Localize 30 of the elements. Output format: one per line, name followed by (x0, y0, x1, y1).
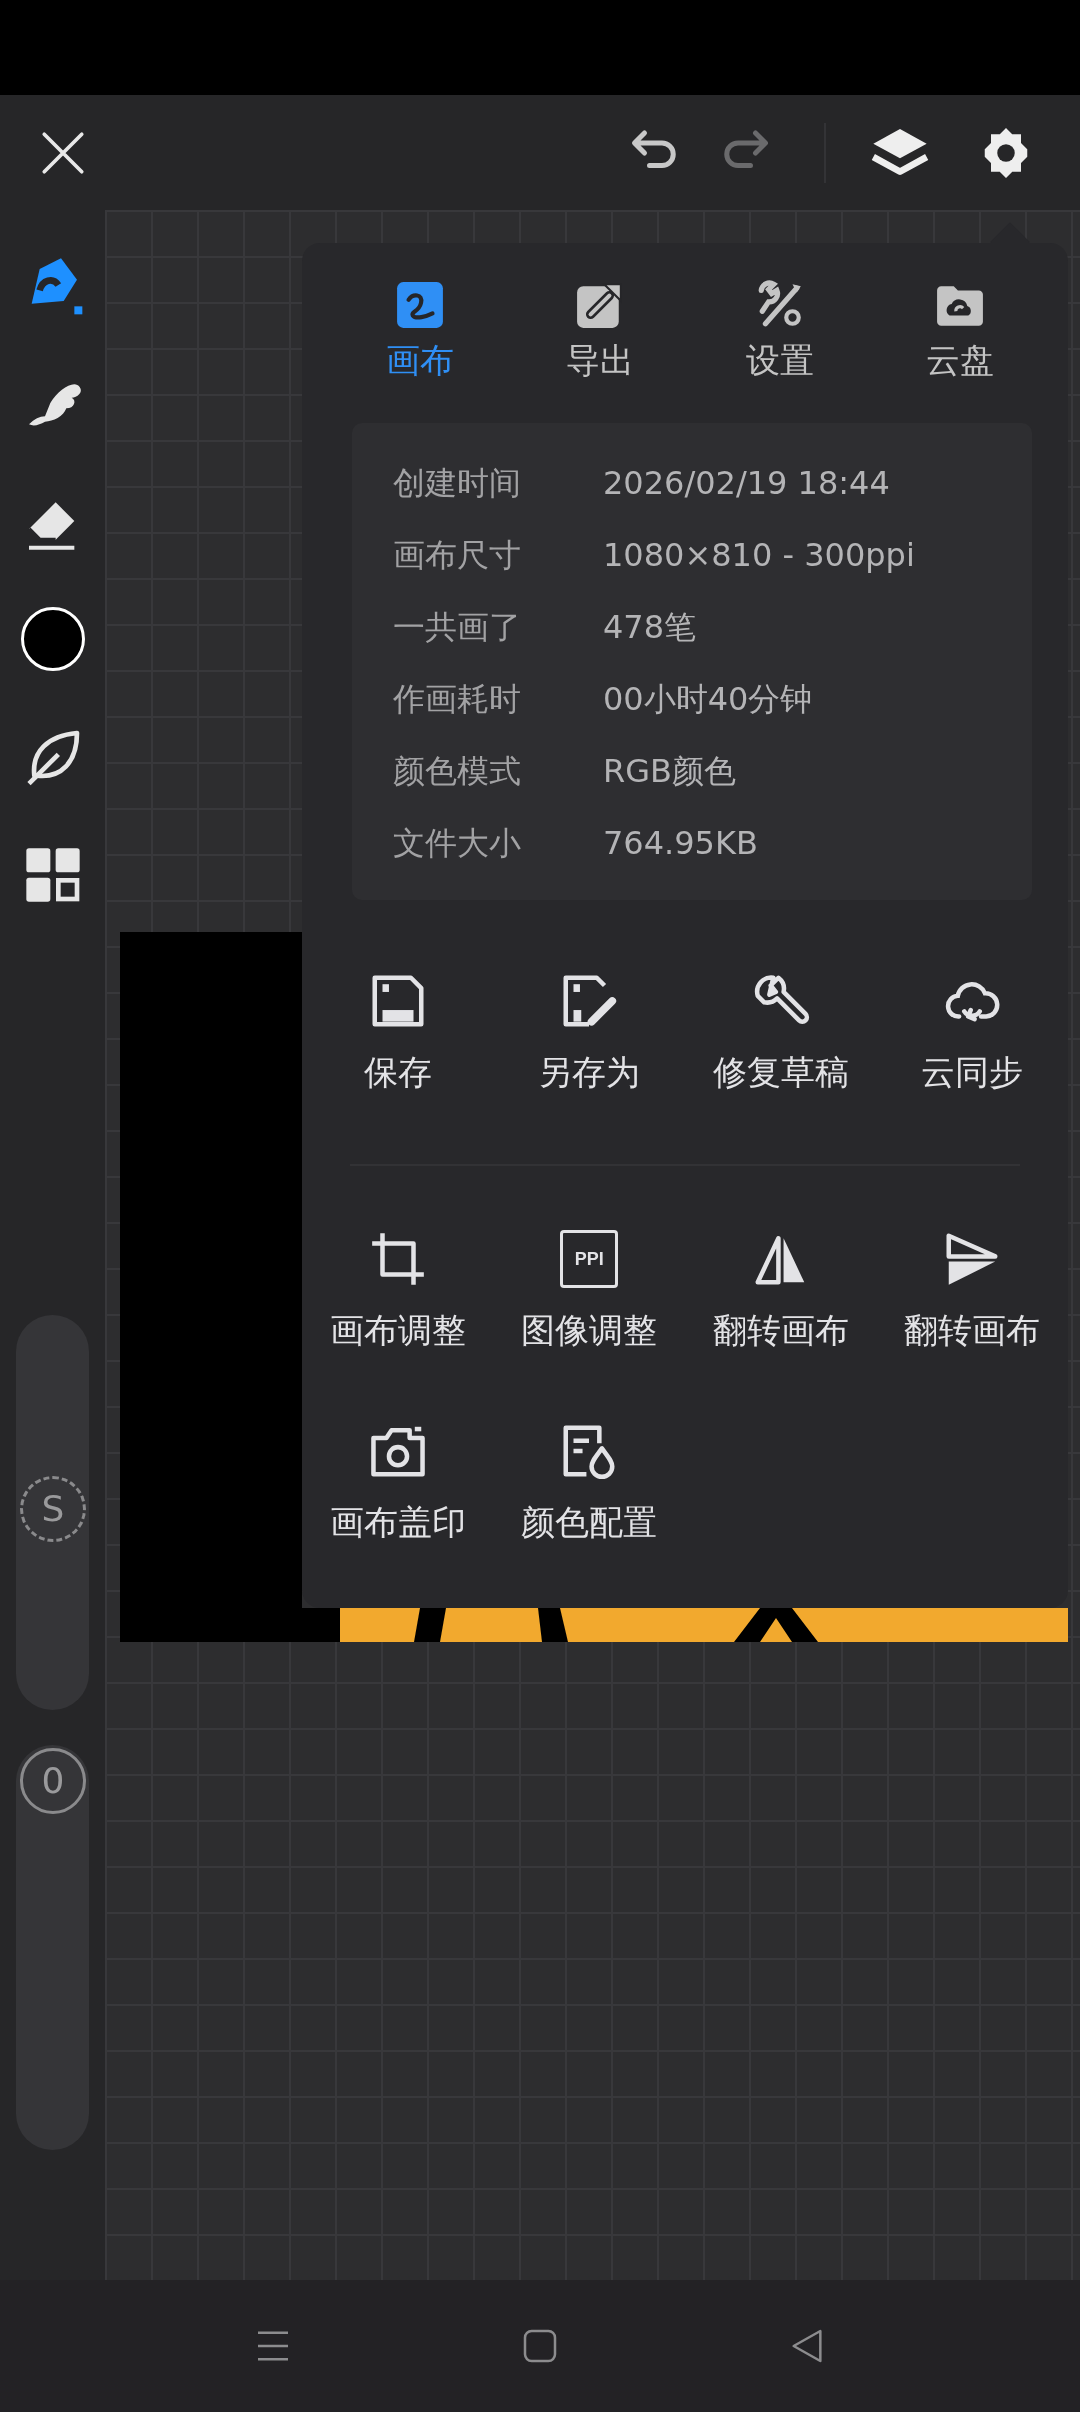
info-label: 颜色模式 (393, 751, 522, 792)
info-value: 764.95KB (603, 823, 758, 864)
info-value: 00小时40分钟 (603, 679, 813, 720)
menu-action[interactable]: 云同步 (876, 970, 1068, 1092)
menu-action[interactable]: 颜色配置 (493, 1420, 685, 1542)
info-value: RGB颜色 (603, 751, 736, 792)
menu-action[interactable]: 画布调整 (302, 1228, 494, 1350)
menu-action[interactable]: 另存为 (493, 970, 685, 1092)
info-label: 画布尺寸 (393, 535, 522, 576)
menu-action[interactable]: 修复草稿 (685, 970, 877, 1092)
menu-action[interactable]: 画布盖印 (302, 1420, 494, 1542)
menu-action[interactable]: 保存 (302, 970, 494, 1092)
vertical-slider[interactable]: S (16, 1315, 89, 1710)
info-label: 文件大小 (393, 823, 522, 864)
menu-action[interactable]: 翻转画布 (685, 1228, 877, 1350)
menu-action[interactable]: 翻转画布 (876, 1228, 1068, 1350)
ppi-icon[interactable]: PPI (560, 1230, 619, 1288)
menu-tab[interactable]: 画布 (330, 280, 510, 380)
info-value: 478笔 (603, 607, 697, 648)
menu-tab[interactable]: 云盘 (870, 280, 1050, 380)
menu-tab[interactable]: 设置 (690, 280, 870, 380)
info-label: 作画耗时 (393, 679, 522, 720)
menu-action[interactable]: PPI 图像调整 (493, 1228, 685, 1350)
info-label: 创建时间 (393, 463, 522, 504)
info-label: 一共画了 (393, 607, 522, 648)
wave-icon[interactable] (395, 280, 445, 330)
info-value: 2026/02/19 18:44 (603, 463, 890, 504)
menu-tab[interactable]: 导出 (510, 280, 690, 380)
slider-knob[interactable]: S (20, 1476, 86, 1543)
info-value: 1080×810 - 300ppi (603, 535, 915, 576)
